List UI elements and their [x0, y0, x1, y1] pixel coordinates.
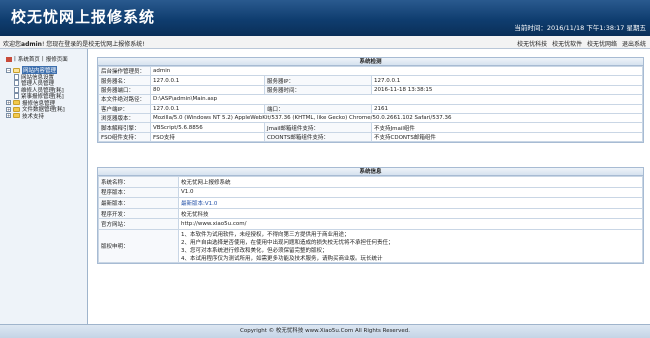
document-icon — [14, 80, 19, 87]
notice-line: 1、本软件为试用软件，未经授权，不得向第三方提供用于商业用途； — [181, 231, 350, 238]
system-check-table: 后台操作管理员： admin 服务器名： 127.0.0.1 服务器IP： 12… — [98, 65, 643, 143]
jmail-value: 不支持Jmail组件 — [371, 122, 643, 133]
server-ip-value: 127.0.0.1 — [371, 75, 643, 86]
sidebar-report-link[interactable]: 报修页面 — [46, 55, 68, 63]
client-port-value: 2161 — [371, 103, 643, 114]
app-title: 校无忧网上报修系统 — [11, 8, 156, 26]
latest-version-link[interactable]: 最新版本:V1.0 — [178, 197, 643, 209]
browser-value: Mozilla/5.0 (Windows NT 5.2) AppleWebKit… — [150, 112, 643, 124]
notice-line: 3、您可对本系统进行修改和美化，但必须保留完整的版权； — [181, 247, 328, 254]
top-link-network[interactable]: 校无忧网络 — [587, 41, 617, 48]
folder-icon — [13, 106, 20, 112]
footer: Copyright © 校无忧科技 www.Xiao5u.Com All Rig… — [0, 324, 650, 338]
latest-version-label: 最新版本： — [98, 197, 179, 209]
logout-link[interactable]: 退出系统 — [622, 41, 646, 48]
server-name-label: 服务器名： — [98, 75, 151, 86]
document-icon — [14, 73, 19, 80]
official-site-label: 官方网站： — [98, 218, 179, 230]
expand-icon[interactable]: + — [6, 113, 11, 119]
server-port-value: 80 — [150, 84, 265, 96]
client-port-label: 端口： — [264, 103, 372, 114]
system-name-label: 系统名称： — [98, 176, 179, 188]
path-label: 本文件绝对路径： — [98, 94, 151, 105]
sidebar-home-link[interactable]: 系统首页 — [18, 55, 40, 63]
program-version-value: V1.0 — [178, 186, 643, 199]
notice-line: 4、本试用程序仅为测试所用，如需更多功能及技术服务，请购买商业版。玩长统计 — [181, 255, 383, 262]
developer-label: 程序开发： — [98, 207, 179, 220]
folder-icon — [13, 100, 20, 106]
script-engine-value: VBScript/5.6.8856 — [150, 122, 265, 133]
document-icon — [14, 93, 19, 100]
sidebar-separator: | — [41, 56, 44, 62]
copyright-notice: 1、本软件为试用软件，未经授权，不得向第三方提供用于商业用途； 2、用户自由选择… — [178, 228, 643, 263]
fso-label: FSO组件支持： — [98, 131, 151, 143]
current-time: 当前时间：2016/11/18 下午1:38:17 星期五 — [514, 24, 646, 32]
main-content: 系统检测 后台操作管理员： admin 服务器名： 127.0.0.1 服务器I… — [89, 49, 650, 324]
system-info-panel: 系统信息 系统名称： 校无忧网上报修系统 程序版本： V1.0 最新版本： 最新… — [97, 167, 644, 264]
notice-line: 2、用户自由选择是否使用，在使用中出现问题和造成的损失校无忧将不承担任何责任； — [181, 239, 394, 246]
jmail-label: Jmail邮箱组件支持： — [264, 122, 372, 133]
system-info-heading: 系统信息 — [98, 168, 643, 176]
developer-value: 校无忧科技 — [178, 207, 643, 220]
top-link-tech[interactable]: 校无忧科技 — [517, 41, 547, 48]
admin-label: 后台操作管理员： — [98, 65, 151, 77]
path-value: D:\ASP\admin\Main.asp — [150, 94, 643, 105]
system-info-table: 系统名称： 校无忧网上报修系统 程序版本： V1.0 最新版本： 最新版本:V1… — [98, 176, 643, 263]
server-time-value: 2016-11-18 13:38:15 — [371, 84, 643, 96]
copyright-notice-label: 版权申明： — [98, 228, 179, 263]
cdonts-value: 不支持CDONTS邮箱组件 — [371, 131, 643, 143]
folder-icon — [13, 113, 20, 119]
app-header: 校无忧网上报修系统 当前时间：2016/11/18 下午1:38:17 星期五 — [0, 0, 650, 36]
expand-icon[interactable]: + — [6, 100, 11, 106]
admin-value: admin — [150, 65, 643, 77]
welcome-message: 欢迎您admin! 您现在登录的是校无忧网上报修系统! — [3, 39, 145, 48]
welcome-username: admin — [21, 41, 42, 48]
sidebar: | 系统首页 | 报修页面 − 网站内容管理 网站信息设置 管理人员管理 维修人… — [0, 49, 88, 324]
welcome-bar: 欢迎您admin! 您现在登录的是校无忧网上报修系统! 校无忧科技 校无忧软件 … — [0, 36, 650, 49]
home-icon — [6, 56, 12, 62]
server-time-label: 服务器时间： — [264, 84, 372, 96]
copyright-text: Copyright © 校无忧科技 www.Xiao5u.Com All Rig… — [240, 328, 410, 334]
system-check-panel: 系统检测 后台操作管理员： admin 服务器名： 127.0.0.1 服务器I… — [97, 57, 644, 144]
server-ip-label: 服务器IP： — [264, 75, 372, 86]
server-name-value: 127.0.0.1 — [150, 75, 265, 86]
server-port-label: 服务器端口： — [98, 84, 151, 96]
official-site-link[interactable]: http://www.xiao5u.com/ — [178, 218, 643, 230]
top-link-software[interactable]: 校无忧软件 — [552, 41, 582, 48]
welcome-prefix: 欢迎您 — [3, 41, 22, 48]
client-ip-value: 127.0.0.1 — [150, 103, 265, 114]
document-icon — [14, 86, 19, 93]
system-check-heading: 系统检测 — [98, 58, 643, 66]
welcome-suffix: ! 您现在登录的是校无忧网上报修系统! — [41, 41, 145, 48]
collapse-icon[interactable]: − — [6, 67, 11, 73]
expand-icon[interactable]: + — [6, 106, 11, 112]
fso-value: FSO支持 — [150, 131, 265, 143]
tree-item-label: 技术支持 — [22, 113, 45, 120]
folder-open-icon — [13, 67, 20, 73]
system-name-value: 校无忧网上报修系统 — [178, 176, 643, 188]
client-ip-label: 客户端IP： — [98, 103, 151, 114]
sidebar-separator: | — [14, 56, 16, 62]
program-version-label: 程序版本： — [98, 186, 179, 199]
cdonts-label: CDONTS邮箱组件支持： — [264, 131, 372, 143]
sidebar-top-links: | 系统首页 | 报修页面 — [6, 55, 87, 63]
tree-item-tech-support[interactable]: + 技术支持 — [6, 113, 87, 120]
browser-label: 浏览器版本： — [98, 112, 151, 124]
top-links: 校无忧科技 校无忧软件 校无忧网络 退出系统 — [514, 39, 646, 48]
script-engine-label: 脚本解释引擎： — [98, 122, 151, 133]
